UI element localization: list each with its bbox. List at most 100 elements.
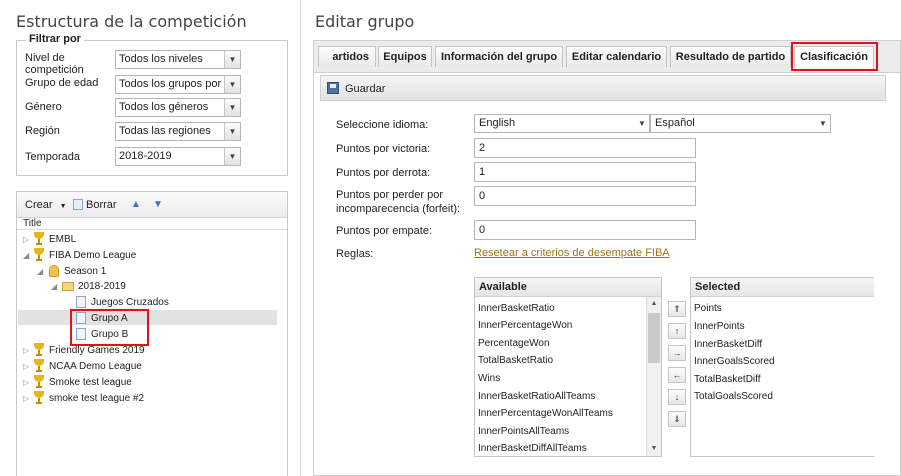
forfeit-points-label: Puntos por perder por incomparecencia (f… [336, 189, 461, 215]
language-select-2[interactable]: Español ▼ [650, 114, 831, 133]
scroll-thumb[interactable] [648, 313, 660, 363]
expand-icon[interactable]: ▷ [23, 391, 29, 406]
list-item[interactable]: InnerPercentageWon [478, 320, 572, 332]
chevron-down-icon[interactable]: ▼ [224, 51, 240, 68]
gender-select[interactable]: Todos los géneros ▼ [115, 98, 241, 117]
level-select[interactable]: Todos los niveles ▼ [115, 50, 241, 69]
list-item[interactable]: InnerBasketDiff [694, 339, 762, 351]
list-item[interactable]: InnerGoalsScored [694, 356, 775, 368]
trophy-icon [34, 248, 44, 262]
tab-group-info[interactable]: Información del grupo [435, 46, 563, 67]
create-button[interactable]: Crear ▼ [25, 199, 67, 211]
tree-node-smoke-2[interactable]: ▷ smoke test league #2 [17, 391, 267, 406]
tab-equipos[interactable]: Equipos [378, 46, 432, 67]
age-group-select[interactable]: Todos los grupos por ▼ [115, 75, 241, 94]
expand-icon[interactable]: ▷ [23, 232, 29, 247]
tree-node-label: Season 1 [64, 266, 107, 277]
list-item[interactable]: InnerPointsAllTeams [478, 426, 569, 438]
tree-column-title: Title [17, 218, 287, 230]
language-label: Seleccione idioma: [336, 119, 429, 131]
move-up-icon[interactable]: ▲ [131, 199, 141, 210]
list-item[interactable]: TotalBasketRatio [478, 355, 553, 367]
age-group-select-value: Todos los grupos por [119, 78, 222, 90]
expand-icon[interactable]: ▷ [23, 343, 29, 358]
trophy-icon [34, 359, 44, 373]
collapse-icon[interactable]: ◢ [51, 279, 57, 294]
tree-node-embl[interactable]: ▷ EMBL [17, 232, 267, 247]
list-item[interactable]: PercentageWon [478, 338, 550, 350]
scroll-up-icon[interactable]: ▲ [647, 297, 661, 311]
move-down-button[interactable]: ↓ [668, 389, 686, 405]
filter-group: Filtrar por Nivel de competición Todos l… [16, 33, 288, 176]
move-to-bottom-button[interactable]: ⇓ [668, 411, 686, 427]
available-scrollbar[interactable]: ▲ ▼ [646, 297, 661, 456]
region-select[interactable]: Todas las regiones ▼ [115, 122, 241, 141]
tree-node-fiba[interactable]: ◢ FIBA Demo League [17, 248, 267, 263]
collapse-icon[interactable]: ◢ [23, 248, 29, 263]
filter-label-region: Región [25, 125, 60, 137]
tree-node-label: FIBA Demo League [49, 250, 137, 261]
tree-node-ncaa[interactable]: ▷ NCAA Demo League [17, 359, 267, 374]
tree-node-label: NCAA Demo League [49, 361, 142, 372]
highlight-box-classification-tab [791, 42, 878, 71]
win-points-input[interactable]: 2 [474, 138, 696, 158]
list-item[interactable]: Wins [478, 373, 500, 385]
competition-structure-panel: Estructura de la competición Filtrar por… [0, 0, 300, 476]
chevron-down-icon[interactable]: ▼ [224, 76, 240, 93]
group-icon [76, 296, 86, 308]
selected-list[interactable]: Selected Points InnerPoints InnerBasketD… [690, 277, 874, 457]
list-item[interactable]: InnerPercentageWonAllTeams [478, 408, 613, 420]
chevron-down-icon[interactable]: ▼ [224, 148, 240, 165]
scroll-down-icon[interactable]: ▼ [647, 442, 661, 456]
trophy-icon [34, 232, 44, 246]
highlight-box-groups [70, 309, 149, 346]
tree-toolbar: Crear ▼ Borrar ▲ ▼ [17, 192, 287, 218]
trophy-icon [34, 343, 44, 357]
tree-node-season[interactable]: ◢ Season 1 [17, 264, 267, 279]
available-list[interactable]: Available InnerBasketRatio InnerPercenta… [474, 277, 662, 457]
list-item[interactable]: InnerBasketRatio [478, 303, 555, 315]
chevron-down-icon[interactable]: ▼ [635, 115, 649, 132]
list-item[interactable]: InnerBasketDiffAllTeams [478, 443, 587, 455]
chevron-down-icon[interactable]: ▼ [816, 115, 830, 132]
win-points-label: Puntos por victoria: [336, 143, 431, 155]
season-select[interactable]: 2018-2019 ▼ [115, 147, 241, 166]
forfeit-points-input[interactable]: 0 [474, 186, 696, 206]
move-to-top-button[interactable]: ⇑ [668, 301, 686, 317]
region-select-value: Todas las regiones [119, 125, 211, 137]
add-button[interactable]: → [668, 345, 686, 361]
tree-node-smoke[interactable]: ▷ Smoke test league [17, 375, 267, 390]
move-down-icon[interactable]: ▼ [153, 199, 163, 210]
remove-button[interactable]: ← [668, 367, 686, 383]
list-item[interactable]: InnerPoints [694, 321, 745, 333]
filter-label-gender: Género [25, 101, 62, 113]
save-label: Guardar [345, 83, 386, 95]
list-item[interactable]: Points [694, 303, 722, 315]
reset-fiba-criteria-link[interactable]: Resetear a criterios de desempate FIBA [474, 247, 670, 259]
classification-content: Guardar Seleccione idioma: English ▼ Esp… [313, 72, 901, 476]
loss-points-input[interactable]: 1 [474, 162, 696, 182]
tab-edit-calendar[interactable]: Editar calendario [566, 46, 667, 67]
collapse-icon[interactable]: ◢ [37, 264, 43, 279]
language-select-1[interactable]: English ▼ [474, 114, 650, 133]
expand-icon[interactable]: ▷ [23, 375, 29, 390]
selected-list-header: Selected [691, 278, 874, 297]
draw-points-input[interactable]: 0 [474, 220, 696, 240]
delete-label: Borrar [86, 199, 117, 211]
tab-partidos[interactable]: artidos [318, 46, 376, 67]
save-toolbar: Guardar [320, 75, 886, 101]
expand-icon[interactable]: ▷ [23, 359, 29, 374]
tree-node-label: EMBL [49, 234, 77, 245]
tree-node-year[interactable]: ◢ 2018-2019 [17, 279, 267, 294]
create-label: Crear [25, 199, 53, 211]
list-item[interactable]: TotalGoalsScored [694, 391, 773, 403]
delete-button[interactable]: Borrar [73, 199, 117, 211]
list-item[interactable]: InnerBasketRatioAllTeams [478, 391, 595, 403]
list-item[interactable]: TotalBasketDiff [694, 374, 761, 386]
filter-legend: Filtrar por [26, 33, 84, 45]
tab-match-result[interactable]: Resultado de partido [670, 46, 791, 67]
move-up-button[interactable]: ↑ [668, 323, 686, 339]
chevron-down-icon[interactable]: ▼ [224, 123, 240, 140]
chevron-down-icon[interactable]: ▼ [224, 99, 240, 116]
tree-node-juegos[interactable]: Juegos Cruzados [17, 295, 267, 310]
